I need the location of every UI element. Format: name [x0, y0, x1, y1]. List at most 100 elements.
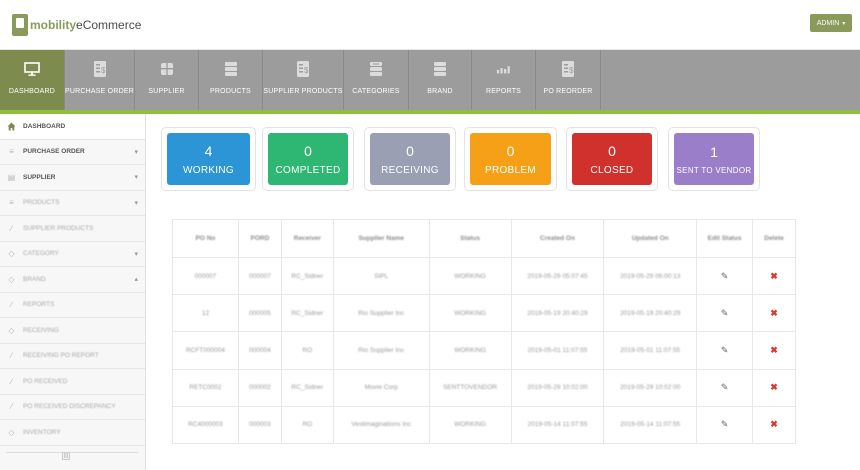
status-count: 0 — [608, 143, 616, 159]
column-header[interactable]: Updated On — [603, 219, 698, 258]
sidebar-item-reports[interactable]: ∕ REPORTS — [0, 293, 145, 318]
nav-brand[interactable]: BRAND — [409, 50, 472, 110]
sidebar-item-dashboard[interactable]: DASHBOARD — [0, 114, 145, 140]
sidebar-item-supplier[interactable]: ▤ SUPPLIER ▾ — [0, 165, 145, 191]
purchase-order-table-wrap: PO No PORD Receiver Supplier Name Status… — [172, 219, 796, 444]
chevron-up-icon[interactable]: ▴ — [134, 275, 138, 283]
delete-icon[interactable]: ✖ — [770, 345, 778, 356]
edit-status-cell: ✎ — [696, 256, 754, 296]
delete-icon[interactable]: ✖ — [770, 419, 778, 430]
column-header: Edit Status — [696, 219, 754, 258]
delete-icon[interactable]: ✖ — [770, 308, 778, 319]
supplier-name-cell: Vestimaginations Inc — [332, 405, 430, 444]
delete-icon[interactable]: ✖ — [770, 382, 778, 393]
sidebar-item-products[interactable]: ≡ PRODUCTS ▾ — [0, 191, 145, 216]
sidebar-item-purchase-order[interactable]: ≡ PURCHASE ORDER ▾ — [0, 140, 145, 165]
admin-menu-button[interactable]: ADMIN ▾ — [810, 14, 852, 32]
sidebar-scroll-handle[interactable]: ||| — [62, 452, 70, 460]
status-card-closed[interactable]: 0 CLOSED — [566, 127, 658, 191]
edit-pencil-icon[interactable]: ✎ — [721, 419, 729, 430]
status-label: SENT TO VENDOR — [676, 166, 752, 175]
sidebar-item-receiving[interactable]: ◇ RECEIVING — [0, 318, 145, 344]
nav-categories[interactable]: CATEGORIES — [344, 50, 409, 110]
list-icon: ≡ — [9, 198, 14, 208]
status-card-closed-fill: 0 CLOSED — [572, 133, 652, 185]
status-card-completed[interactable]: 0 COMPLETED — [262, 127, 354, 191]
edit-pencil-icon[interactable]: ✎ — [721, 271, 729, 282]
column-header[interactable]: Supplier Name — [332, 219, 430, 258]
app-logo[interactable]: mobilityeCommerce — [12, 12, 141, 38]
column-header[interactable]: PORD — [237, 219, 282, 258]
po-no-cell: 000007 — [172, 256, 239, 296]
nav-reports[interactable]: REPORTS — [472, 50, 536, 110]
sidebar-item-po-received-discrepancy[interactable]: ∕ PO RECEIVED DISCREPANCY — [0, 395, 145, 420]
status-cell: WORKING — [428, 256, 512, 296]
supplier-name-cell: Rio Supplier Inc — [332, 331, 430, 370]
sidebar-item-receiving-po-report[interactable]: ∕ RECEIVING PO REPORT — [0, 344, 145, 369]
status-cell: WORKING — [428, 331, 512, 370]
supplier-name-cell: Movie Corp — [332, 368, 430, 407]
table-row: RC4000003 000003 RO Vestimaginations Inc… — [172, 405, 796, 444]
pord-cell: 000002 — [237, 368, 282, 407]
sidebar-item-inventory[interactable]: ◇ INVENTORY — [0, 420, 145, 446]
column-header: Delete — [752, 219, 796, 258]
monitor-icon — [24, 60, 40, 78]
table-row: RCFT000004 000004 RO Rio Supplier Inc WO… — [172, 331, 796, 370]
edit-pencil-icon[interactable]: ✎ — [721, 308, 729, 319]
bar-chart-icon — [496, 60, 512, 78]
status-card-receiving[interactable]: 0 RECEIVING — [364, 127, 456, 191]
column-header[interactable]: PO No — [172, 219, 239, 258]
status-cell: SENTTOVENDOR — [428, 368, 512, 407]
pord-cell: 000005 — [237, 294, 282, 333]
status-card-sent-to-vendor[interactable]: 1 SENT TO VENDOR — [668, 127, 760, 191]
category-icon — [368, 60, 384, 78]
main-nav: DASHBOARD $ PURCHASE ORDER SUPPLIER PROD… — [0, 50, 860, 110]
status-cell: WORKING — [428, 405, 512, 444]
updated-on-cell: 2019-05-19 20:40:29 — [603, 294, 698, 333]
status-card-working[interactable]: 4 WORKING — [161, 127, 256, 191]
column-header[interactable]: Created On — [510, 219, 605, 258]
status-card-problem[interactable]: 0 PROBLEM — [464, 127, 557, 191]
updated-on-cell: 2019-05-01 11:07:55 — [603, 331, 698, 370]
sidebar-item-category[interactable]: ◇ CATEGORY ▾ — [0, 242, 145, 267]
delete-icon[interactable]: ✖ — [770, 271, 778, 282]
dollar-doc-icon: $ — [295, 60, 311, 78]
chevron-down-icon[interactable]: ▾ — [134, 148, 138, 156]
status-card-sent-to-vendor-fill: 1 SENT TO VENDOR — [674, 133, 754, 185]
chevron-down-icon[interactable]: ▾ — [134, 250, 138, 258]
edit-status-cell: ✎ — [696, 331, 754, 370]
nav-supplier[interactable]: SUPPLIER — [135, 50, 199, 110]
edit-pencil-icon[interactable]: ✎ — [721, 345, 729, 356]
edit-pencil-icon[interactable]: ✎ — [721, 382, 729, 393]
sidebar-item-po-received[interactable]: ∕ PO RECEIVED — [0, 369, 145, 395]
column-header[interactable]: Receiver — [280, 219, 334, 258]
status-label: RECEIVING — [381, 165, 439, 176]
sidebar: DASHBOARD ≡ PURCHASE ORDER ▾ ▤ SUPPLIER … — [0, 114, 146, 470]
status-count: 0 — [406, 143, 414, 159]
supplier-name-cell: Rio Supplier Inc — [332, 294, 430, 333]
nav-dashboard[interactable]: DASHBOARD — [0, 50, 65, 110]
sidebar-item-supplier-products[interactable]: ∕ SUPPLIER PRODUCTS — [0, 216, 145, 242]
chevron-down-icon[interactable]: ▾ — [134, 173, 138, 181]
nav-purchase-order[interactable]: $ PURCHASE ORDER — [65, 50, 135, 110]
chevron-down-icon[interactable]: ▾ — [134, 199, 138, 207]
nav-supplier-products[interactable]: $ SUPPLIER PRODUCTS — [263, 50, 344, 110]
sidebar-item-brand[interactable]: ◇ BRAND ▴ — [0, 267, 145, 293]
table-row: RETC0002 000002 RC_Sidner Movie Corp SEN… — [172, 368, 796, 407]
list-icon: ≡ — [9, 147, 14, 157]
status-label: COMPLETED — [275, 165, 341, 176]
supplier-icon — [159, 60, 175, 78]
home-icon — [7, 122, 16, 131]
sidebar-scroll-track[interactable] — [6, 452, 138, 460]
status-label: WORKING — [183, 165, 234, 176]
nav-po-reorder[interactable]: $ PO REORDER — [536, 50, 601, 110]
table-row: 000007 000007 RC_Sidner SIPL WORKING 201… — [172, 256, 796, 296]
tag-icon: ◇ — [8, 249, 15, 259]
pord-cell: 000007 — [237, 256, 282, 296]
table-row: 12 000005 RC_Sidner Rio Supplier Inc WOR… — [172, 294, 796, 333]
doc-icon: ▤ — [7, 172, 16, 182]
nav-products[interactable]: PRODUCTS — [199, 50, 263, 110]
status-card-working-fill: 4 WORKING — [167, 133, 250, 185]
column-header[interactable]: Status — [428, 219, 512, 258]
receiver-cell: RC_Sidner — [280, 368, 334, 407]
